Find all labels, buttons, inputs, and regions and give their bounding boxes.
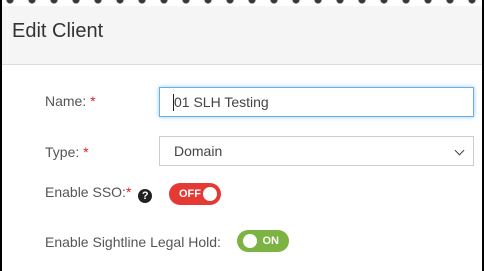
legal-hold-toggle[interactable]: ON — [237, 230, 289, 252]
toggle-knob — [243, 234, 257, 248]
required-marker: * — [90, 93, 96, 109]
sso-label: Enable SSO: — [45, 184, 126, 200]
legal-hold-label: Enable Sightline Legal Hold: — [45, 234, 221, 250]
legal-hold-toggle-text: ON — [262, 235, 280, 247]
sso-toggle-text: OFF — [179, 188, 201, 200]
type-label: Type: — [45, 144, 80, 160]
name-label: Name: — [45, 93, 87, 109]
name-label-row: Name: * — [45, 93, 96, 109]
legal-hold-label-row: Enable Sightline Legal Hold: — [45, 234, 221, 250]
question-circle-icon[interactable]: ? — [138, 189, 153, 203]
sso-label-row: Enable SSO:* ? — [45, 184, 153, 203]
chevron-down-icon — [454, 145, 465, 156]
dialog-header: Edit Client — [2, 6, 482, 65]
required-marker: * — [125, 184, 132, 200]
type-select-value: Domain — [174, 143, 223, 159]
name-input-value: 01 SLH Testing — [174, 94, 269, 110]
dialog-title: Edit Client — [12, 20, 104, 42]
required-marker: * — [83, 144, 89, 160]
name-input[interactable]: 01 SLH Testing — [159, 87, 474, 117]
type-select[interactable]: Domain — [159, 136, 474, 166]
sso-toggle[interactable]: OFF — [169, 183, 221, 205]
toggle-knob — [203, 187, 217, 201]
type-label-row: Type: * — [45, 144, 89, 160]
text-caret — [173, 94, 174, 111]
